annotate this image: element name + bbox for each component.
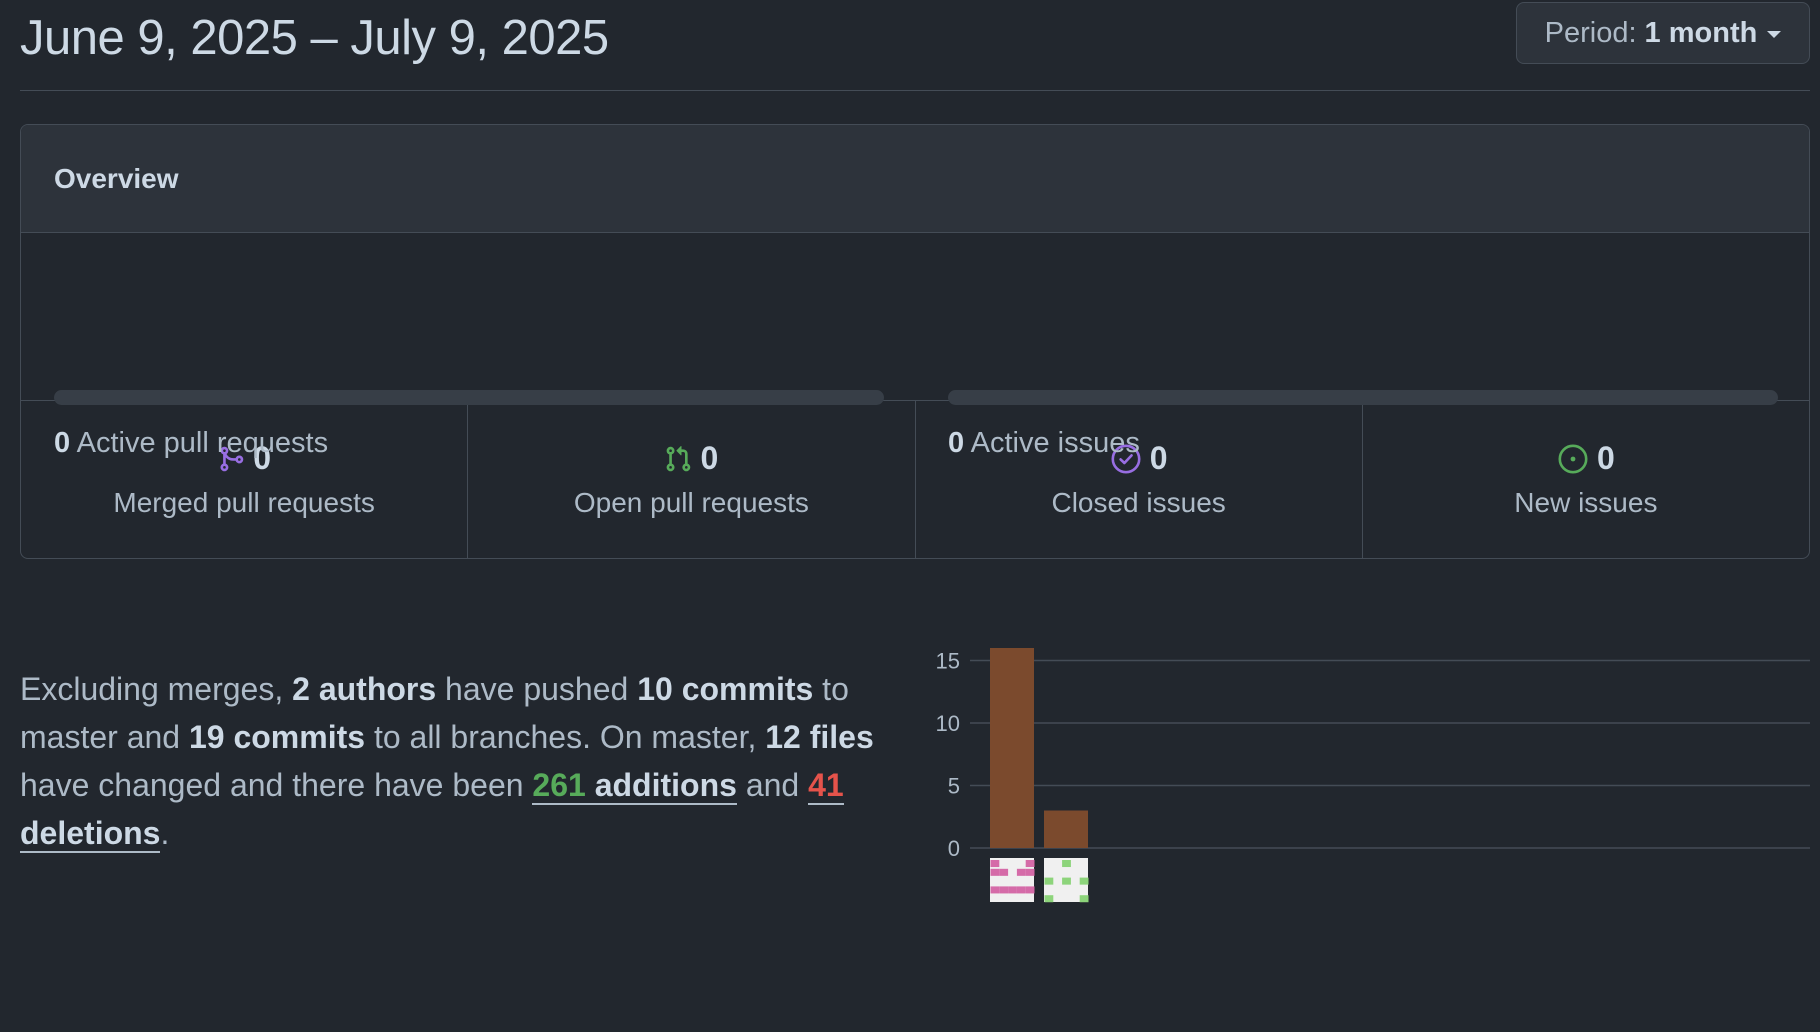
active-issues-bar [948,390,1778,405]
identicon-green-icon [1044,895,1054,903]
identicon-pink-icon [1025,860,1035,868]
active-prs-summary[interactable]: 0 Active pull requests [54,427,328,460]
files-count: 12 files [765,719,874,755]
stat-merged-prs[interactable]: 0 Merged pull requests [21,401,469,558]
period-dropdown-button[interactable]: Period: 1 month [1516,2,1810,64]
date-range-title: June 9, 2025 – July 9, 2025 [20,11,609,65]
overview-header: Overview [21,125,1809,233]
new-issues-label: New issues [1514,487,1658,518]
active-issues-count: 0 [948,427,965,459]
overview-panel: Overview 0 Active pull requests 0 Active… [20,124,1810,559]
summary-text: have changed and there have been [20,767,533,803]
identicon-pink-icon [1025,886,1035,894]
identicon-green-icon [1062,877,1071,885]
caret-down-icon [1767,31,1782,38]
active-issues-label: Active issues [970,427,1140,459]
contributor-bar [1044,810,1088,848]
new-issues-value: 0 [1596,440,1615,476]
summary-text: have pushed [436,671,638,707]
additions-number: 261 [532,767,586,803]
identicon-pink-icon [1008,886,1017,894]
merged-prs-label: Merged pull requests [113,487,375,518]
summary-text: Excluding merges, [20,671,293,707]
y-tick-label: 15 [936,649,960,674]
pull-request-icon [667,445,691,471]
stat-new-issues[interactable]: 0 New issues [1363,401,1809,558]
deletions-word: deletions [20,815,161,851]
identicon-pink-icon [1025,868,1035,876]
overview-title: Overview [54,162,179,194]
identicon-pink-icon [1016,868,1026,876]
active-prs-count: 0 [54,427,71,459]
issue-opened-icon [1558,444,1588,473]
active-prs-label: Active pull requests [76,427,329,459]
identicon-pink-icon [990,886,1000,894]
active-prs-bar [54,390,884,405]
contributors-bar-chart: 0 5 10 15 [936,648,1810,903]
contributor-bar [990,648,1034,848]
period-label: Period: [1544,16,1637,49]
additions-word: additions [585,767,737,803]
identicon-green-icon [1062,860,1071,868]
identicon-pink-icon [1016,886,1026,894]
y-tick-label: 0 [948,836,960,861]
open-prs-label: Open pull requests [573,487,809,518]
active-issues-summary[interactable]: 0 Active issues [948,427,1140,460]
period-value: 1 month [1644,16,1758,49]
summary-text: to all branches. On master, [365,719,766,755]
master-commits-count: 10 commits [637,671,814,707]
deletions-number: 41 [808,767,844,803]
summary-text: . [160,815,170,851]
identicon-pink-icon [990,860,1000,868]
stats-row: 0 Merged pull requests 0 Open pull reque… [21,401,1809,558]
closed-issues-value: 0 [1149,440,1168,476]
y-tick-label: 5 [948,774,960,799]
commit-summary: Excluding merges, 2 authors have pushed … [20,665,900,857]
activity-bars: 0 Active pull requests 0 Active issues [21,233,1809,459]
identicon-pink-icon [999,868,1009,876]
closed-issues-label: Closed issues [1051,487,1226,518]
identicon-pink-icon [999,886,1009,894]
identicon-green-icon [1079,877,1089,885]
identicon-green-icon [1079,895,1089,903]
y-tick-label: 10 [936,711,960,736]
page-header: June 9, 2025 – July 9, 2025 Period: 1 mo… [20,0,1810,91]
summary-text: and [736,767,809,803]
authors-count: 2 authors [292,671,437,707]
all-commits-count: 19 commits [188,719,366,755]
identicon-pink-icon [990,868,1000,876]
additions-link[interactable]: 261 additions [532,767,737,805]
stat-open-prs[interactable]: 0 Open pull requests [468,401,916,558]
stat-closed-issues[interactable]: 0 Closed issues [916,401,1363,558]
open-prs-value: 0 [700,440,719,476]
identicon-green-icon [1044,877,1054,885]
